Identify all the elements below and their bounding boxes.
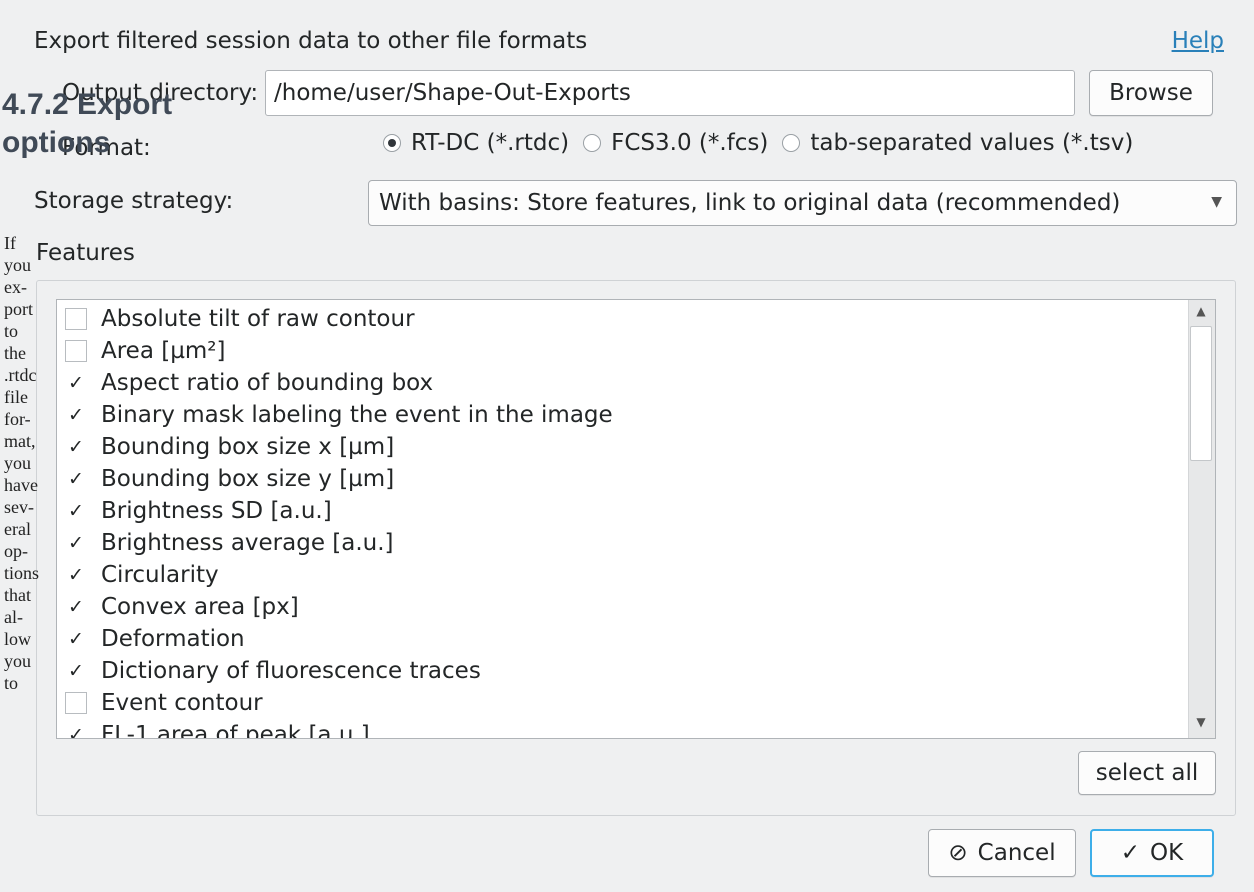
scroll-down-icon[interactable]: ▼ (1190, 715, 1212, 735)
format-option-label: FCS3.0 (*.fcs) (611, 130, 769, 156)
checkbox-checked-icon[interactable]: ✓ (65, 564, 87, 586)
feature-list-item[interactable]: ✓ Bounding box size x [µm] (57, 431, 613, 463)
feature-list-item[interactable]: ✓ Binary mask labeling the event in the i… (57, 399, 613, 431)
doc-word: al- (4, 607, 23, 627)
scrollbar-thumb[interactable] (1190, 326, 1212, 461)
radio-unselected-icon (583, 134, 602, 152)
radio-selected-icon (383, 134, 401, 152)
format-option-label: RT-DC (*.rtdc) (411, 130, 570, 156)
feature-list-item[interactable]: ✓ Bounding box size y [µm] (57, 463, 613, 495)
feature-label: Aspect ratio of bounding box (101, 370, 434, 396)
feature-label: Bounding box size y [µm] (101, 466, 395, 492)
checkbox-checked-icon[interactable]: ✓ (65, 404, 87, 426)
feature-list-item[interactable]: ✓ Circularity (57, 559, 613, 591)
doc-word: low (4, 629, 31, 649)
feature-list-item[interactable]: ✓ Aspect ratio of bounding box (57, 367, 613, 399)
checkbox-checked-icon[interactable]: ✓ (65, 724, 87, 738)
feature-label: Brightness average [a.u.] (101, 530, 394, 556)
feature-label: FL-1 area of peak [a.u.] (101, 722, 370, 739)
doc-word: to (4, 673, 19, 693)
checkbox-checked-icon[interactable]: ✓ (65, 628, 87, 650)
output-directory-input[interactable] (265, 70, 1075, 116)
checkbox-checked-icon[interactable]: ✓ (65, 500, 87, 522)
feature-label: Binary mask labeling the event in the im… (101, 402, 613, 428)
feature-list-item[interactable]: ✓ Deformation (57, 623, 613, 655)
checkbox-unchecked-icon[interactable] (65, 340, 87, 362)
feature-list-item[interactable]: Absolute tilt of raw contour (57, 303, 613, 335)
ok-icon: ✓ (1120, 840, 1141, 866)
checkbox-checked-icon[interactable]: ✓ (65, 372, 87, 394)
radio-unselected-icon (782, 134, 801, 152)
doc-word: you (4, 453, 31, 473)
feature-label: Bounding box size x [µm] (101, 434, 395, 460)
feature-list-item[interactable]: ✓ Convex area [px] (57, 591, 613, 623)
feature-label: Event contour (101, 690, 263, 716)
feature-list-item[interactable]: ✓ Brightness SD [a.u.] (57, 495, 613, 527)
chevron-down-icon: ▼ (1211, 194, 1222, 210)
doc-word: eral (4, 519, 31, 539)
format-option-tsv[interactable]: tab-separated values (*.tsv) (782, 130, 1133, 156)
cancel-icon: ⊘ (948, 840, 968, 866)
doc-word: port (4, 299, 33, 319)
doc-word: you (4, 651, 31, 671)
dialog-title: Export filtered session data to other fi… (34, 28, 588, 54)
storage-strategy-value: With basins: Store features, link to ori… (379, 190, 1121, 216)
checkbox-checked-icon[interactable]: ✓ (65, 596, 87, 618)
feature-label: Area [µm²] (101, 338, 226, 364)
feature-label: Convex area [px] (101, 594, 299, 620)
feature-label: Dictionary of fluorescence traces (101, 658, 481, 684)
doc-word: to (4, 321, 19, 341)
ok-button[interactable]: ✓ OK (1090, 829, 1214, 877)
feature-list-item[interactable]: Area [µm²] (57, 335, 613, 367)
doc-word: file (4, 387, 28, 407)
checkbox-checked-icon[interactable]: ✓ (65, 532, 87, 554)
scroll-up-icon[interactable]: ▲ (1190, 304, 1212, 324)
storage-strategy-label: Storage strategy: (34, 188, 234, 214)
feature-list-item[interactable]: Event contour (57, 687, 613, 719)
doc-word: mat, (4, 431, 36, 451)
doc-word: tions (4, 563, 40, 583)
features-list[interactable]: Absolute tilt of raw contour Area [µm²] ✓ A… (56, 299, 1216, 739)
format-option-label: tab-separated values (*.tsv) (810, 130, 1134, 156)
browse-button[interactable]: Browse (1089, 70, 1213, 116)
doc-word: you (4, 255, 31, 275)
checkbox-checked-icon[interactable]: ✓ (65, 660, 87, 682)
checkbox-unchecked-icon[interactable] (65, 308, 87, 330)
doc-word: have (4, 475, 38, 495)
doc-word: that (4, 585, 31, 605)
checkbox-unchecked-icon[interactable] (65, 692, 87, 714)
format-radio-group: RT-DC (*.rtdc) FCS3.0 (*.fcs) tab-separa… (383, 130, 1147, 156)
feature-label: Absolute tilt of raw contour (101, 306, 415, 332)
doc-word: If (4, 233, 16, 253)
format-option-rtdc[interactable]: RT-DC (*.rtdc) (383, 130, 569, 156)
doc-word: ex- (4, 277, 27, 297)
feature-list-item[interactable]: ✓ Brightness average [a.u.] (57, 527, 613, 559)
doc-section-heading: 4.7.2 Export options (2, 88, 173, 159)
select-all-button[interactable]: select all (1078, 751, 1216, 795)
feature-list-item[interactable]: ✓ Dictionary of fluorescence traces (57, 655, 613, 687)
ok-label: OK (1150, 840, 1184, 866)
doc-word: the (4, 343, 26, 363)
cancel-label: Cancel (977, 840, 1056, 866)
feature-list-item[interactable]: ✓ FL-1 area of peak [a.u.] (57, 719, 613, 739)
doc-word: for- (4, 409, 31, 429)
feature-label: Brightness SD [a.u.] (101, 498, 332, 524)
doc-paragraph: If you ex-port to the .rtdc file for-mat, you hav… (4, 232, 64, 694)
doc-word: .rtdc (4, 365, 37, 385)
doc-word: op- (4, 541, 28, 561)
feature-label: Circularity (101, 562, 219, 588)
format-option-fcs[interactable]: FCS3.0 (*.fcs) (583, 130, 768, 156)
doc-word: sev- (4, 497, 34, 517)
feature-label: Deformation (101, 626, 245, 652)
checkbox-checked-icon[interactable]: ✓ (65, 436, 87, 458)
help-link[interactable]: Help (1172, 28, 1224, 54)
storage-strategy-select[interactable]: With basins: Store features, link to ori… (368, 180, 1237, 226)
checkbox-checked-icon[interactable]: ✓ (65, 468, 87, 490)
cancel-button[interactable]: ⊘ Cancel (928, 829, 1076, 877)
